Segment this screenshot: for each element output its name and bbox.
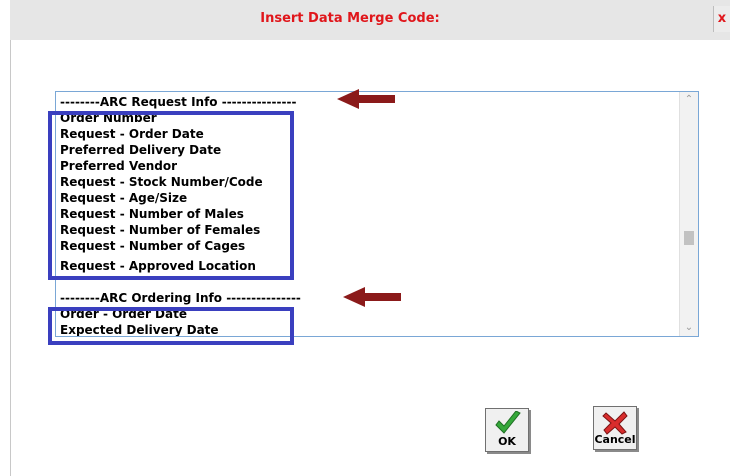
arrow-left-icon (343, 287, 401, 307)
highlight-box-ordering-info (48, 307, 294, 345)
cancel-button[interactable]: Cancel (593, 406, 637, 450)
close-button[interactable]: x (713, 6, 730, 32)
scroll-down-icon[interactable]: ⌄ (680, 320, 698, 336)
checkmark-icon (495, 411, 521, 434)
window-edge (0, 40, 11, 476)
scroll-up-icon[interactable]: ⌃ (680, 92, 698, 108)
scroll-thumb[interactable] (684, 231, 694, 245)
cancel-label: Cancel (594, 433, 636, 446)
arrow-left-icon (337, 89, 395, 109)
list-item-header[interactable]: --------ARC Ordering Info --------------… (60, 290, 301, 306)
vertical-scrollbar[interactable]: ⌃ ⌄ (679, 92, 698, 336)
ok-label: OK (498, 435, 516, 448)
ok-button[interactable]: OK (485, 408, 529, 452)
highlight-box-request-info (48, 111, 294, 280)
dialog-title: Insert Data Merge Code: (260, 11, 440, 26)
dialog-title-bar: Insert Data Merge Code: x (10, 0, 730, 40)
list-item-header[interactable]: --------ARC Request Info --------------- (60, 94, 296, 110)
cancel-x-icon (602, 411, 628, 435)
